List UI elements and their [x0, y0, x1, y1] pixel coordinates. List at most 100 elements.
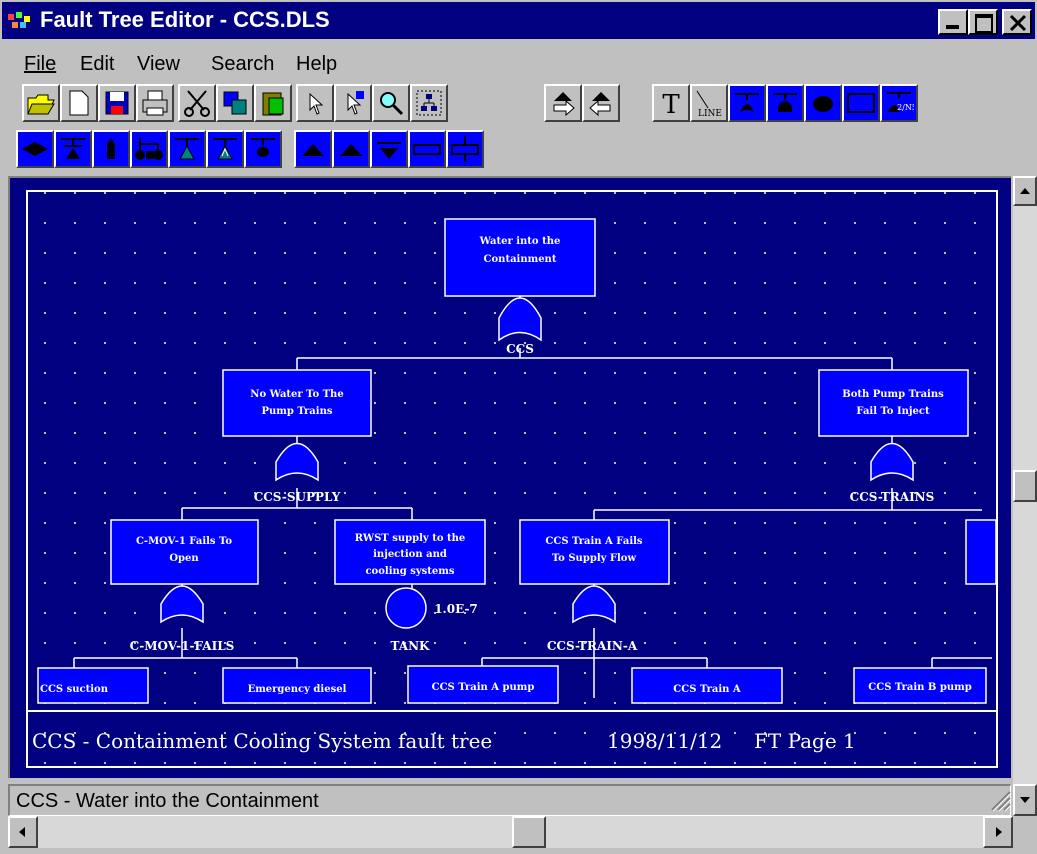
vote-gate-tool-button[interactable]: 2/N5 — [880, 84, 918, 122]
gate-box-ccs-supply[interactable] — [222, 369, 372, 437]
gate-label-tank: TANK — [391, 639, 431, 653]
new-button[interactable] — [60, 84, 98, 122]
select-button[interactable] — [296, 84, 334, 122]
copy-icon — [223, 91, 247, 115]
fault-tree-canvas[interactable]: Water into the Containment No Water To T… — [8, 176, 1011, 778]
cross-connector-button[interactable] — [446, 130, 484, 168]
gate-label-ccs-trains: CCS-TRAINS — [850, 490, 935, 504]
zoom-button[interactable] — [372, 84, 410, 122]
vertical-scrollbar[interactable] — [1013, 176, 1037, 816]
connect-gates-icon — [135, 138, 163, 160]
svg-text:T: T — [662, 90, 680, 118]
close-icon — [1009, 14, 1027, 32]
horizontal-scrollbar[interactable] — [8, 816, 1013, 848]
new-file-icon — [69, 90, 89, 116]
rectangle-small-icon — [413, 144, 441, 155]
partial-text-5: CCS Train B pump — [868, 682, 971, 693]
menu-file[interactable]: File — [24, 52, 56, 76]
resize-grip-icon[interactable] — [990, 790, 1012, 812]
footer-page: FT Page 1 — [754, 729, 856, 753]
status-text: CCS - Water into the Containment — [16, 790, 319, 812]
save-icon — [105, 91, 129, 115]
cut-button[interactable] — [178, 84, 216, 122]
svg-text:LINE: LINE — [698, 109, 722, 118]
basic-event-circle-icon — [385, 587, 427, 629]
tank-text-1: RWST supply to the — [355, 533, 465, 544]
basic-event-tool-button[interactable] — [804, 84, 842, 122]
menu-view[interactable]: View — [137, 52, 180, 76]
arrow-right-icon — [996, 827, 1002, 837]
gate-label-c-mov-1-fails: C-MOV-1-FAILS — [130, 639, 235, 653]
partial-text-4: CCS Train A — [673, 684, 741, 695]
maximize-button[interactable] — [968, 9, 998, 35]
gate-with-event-icon — [251, 138, 275, 157]
gate-box-ccs-train-a[interactable] — [519, 519, 670, 585]
minimize-icon — [946, 25, 959, 29]
scroll-left-button[interactable] — [8, 816, 38, 848]
copy-button[interactable] — [216, 84, 254, 122]
diamond-event-button[interactable] — [16, 130, 54, 168]
ccs-supply-text-1: No Water To The — [250, 389, 343, 400]
cross-connector-icon — [451, 136, 479, 162]
tree-select-button[interactable] — [410, 84, 448, 122]
save-button[interactable] — [98, 84, 136, 122]
c-mov-1-text-2: Open — [169, 553, 199, 564]
print-button[interactable] — [136, 84, 174, 122]
fault-tree-diagram[interactable]: Water into the Containment No Water To T… — [10, 178, 1011, 778]
arrow-left-icon — [19, 827, 25, 837]
partial-box-right[interactable] — [965, 519, 997, 585]
priority-and-gate-button[interactable] — [206, 130, 244, 168]
gate-box-ccs-trains[interactable] — [818, 369, 969, 437]
menu-search[interactable]: Search — [211, 52, 274, 76]
move-left-icon — [589, 92, 611, 117]
small-rectangle-button[interactable] — [408, 130, 446, 168]
connect-gates-button[interactable] — [130, 130, 168, 168]
inhibit-gate-button[interactable] — [168, 130, 206, 168]
and-gate-tool-button[interactable] — [766, 84, 804, 122]
minimize-button[interactable] — [938, 9, 968, 35]
or-gate-tool-button[interactable] — [728, 84, 766, 122]
move-left-button[interactable] — [582, 84, 620, 122]
maximize-icon — [975, 14, 993, 33]
transfer-in-button[interactable] — [294, 130, 332, 168]
gate-label-ccs-supply: CCS-SUPPLY — [254, 490, 341, 504]
arrow-up-icon — [1020, 188, 1030, 194]
vertical-scroll-thumb[interactable] — [1013, 470, 1037, 502]
tree-select-icon — [416, 90, 442, 116]
scroll-right-button[interactable] — [983, 816, 1013, 848]
event-probability: 1.0E-7 — [434, 602, 478, 616]
move-right-button[interactable] — [544, 84, 582, 122]
move-right-icon — [553, 92, 575, 117]
open-folder-icon — [27, 94, 55, 115]
transfer-down-button[interactable] — [370, 130, 408, 168]
or-gate-tool-icon — [735, 93, 759, 112]
basic-event-tool-icon — [813, 96, 833, 112]
gate-label-ccs: CCS — [506, 342, 534, 356]
status-bar: CCS - Water into the Containment — [8, 784, 1011, 816]
tank-text-3: cooling systems — [365, 566, 454, 577]
open-button[interactable] — [22, 84, 60, 122]
add-pointer-button[interactable] — [334, 84, 372, 122]
rectangle-tool-button[interactable] — [842, 84, 880, 122]
paste-button[interactable] — [254, 84, 292, 122]
ccs-train-a-text-2: To Supply Flow — [552, 553, 637, 564]
house-event-button[interactable] — [92, 130, 130, 168]
gate-with-event-button[interactable] — [244, 130, 282, 168]
menu-edit[interactable]: Edit — [80, 52, 114, 76]
pointer-select-icon — [309, 92, 324, 115]
top-event-text-1: Water into the — [479, 236, 561, 247]
close-button[interactable] — [1002, 9, 1032, 35]
menu-help[interactable]: Help — [296, 52, 337, 76]
scroll-down-button[interactable] — [1013, 784, 1037, 816]
ccs-train-a-text-1: CCS Train A Fails — [545, 536, 643, 547]
line-tool-button[interactable]: LINE — [690, 84, 728, 122]
text-tool-button[interactable]: T — [652, 84, 690, 122]
gate-box-c-mov-1[interactable] — [110, 519, 259, 585]
transfer-gate-button[interactable] — [54, 130, 92, 168]
transfer-out-button[interactable] — [332, 130, 370, 168]
paste-icon — [262, 92, 284, 116]
scroll-up-button[interactable] — [1013, 176, 1037, 206]
ccs-supply-text-2: Pump Trains — [261, 406, 332, 417]
app-icon[interactable] — [8, 10, 32, 30]
horizontal-scroll-thumb[interactable] — [512, 816, 546, 848]
